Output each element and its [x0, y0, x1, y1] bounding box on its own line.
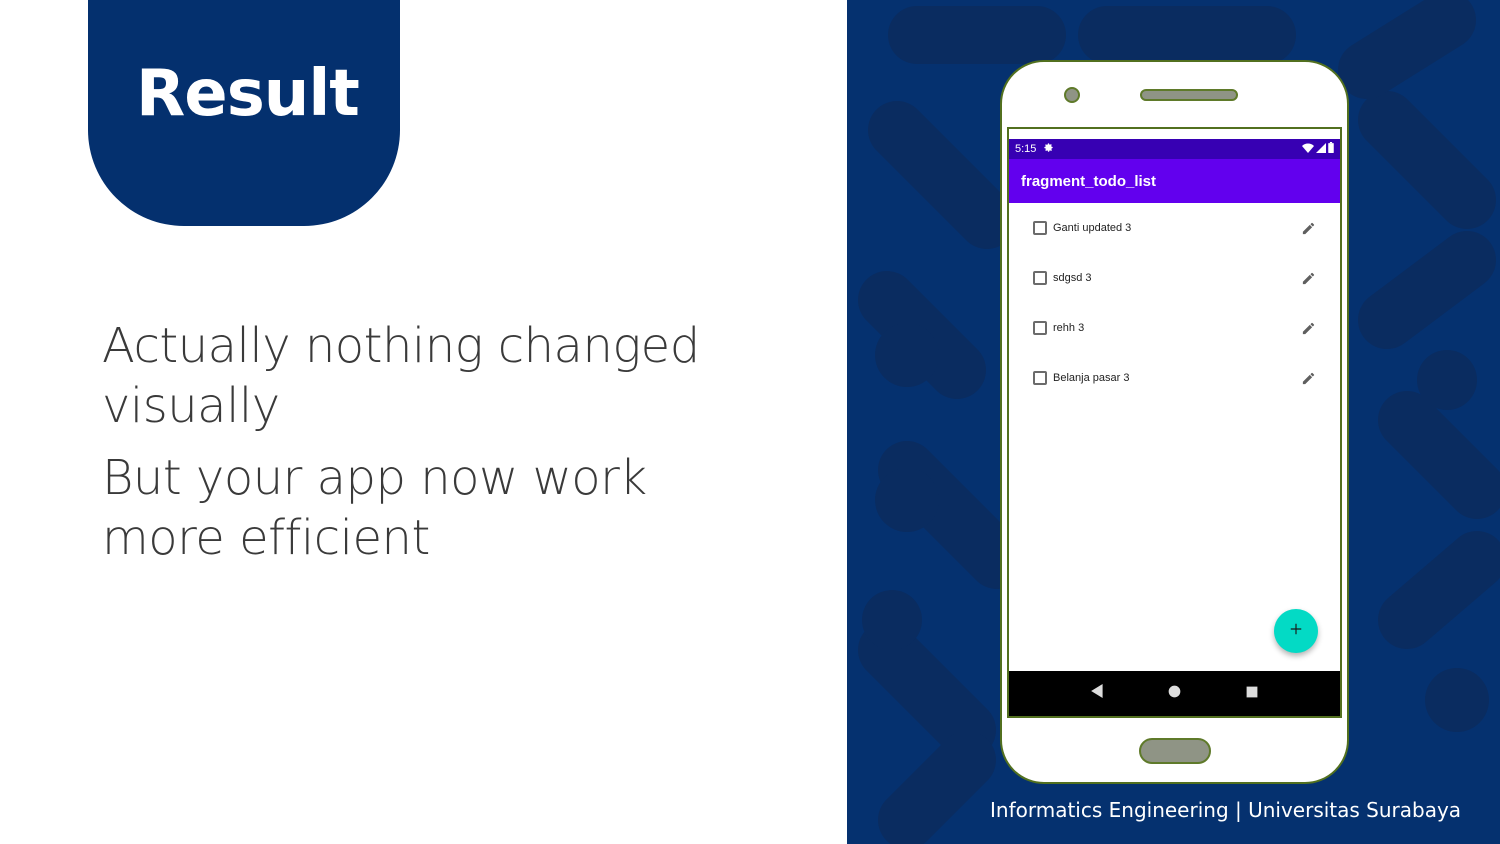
todo-text: sdgsd 3: [1053, 272, 1092, 284]
slide-body: Actually nothing changed visually But yo…: [102, 316, 722, 568]
slide-left-panel: Result Actually nothing changed visually…: [0, 0, 847, 844]
signal-icon: [1316, 142, 1326, 156]
back-icon[interactable]: [1091, 684, 1104, 703]
phone-screen: 5:15 fragment_todo_list Ganti updated 3 …: [1007, 127, 1342, 718]
edit-icon[interactable]: [1301, 371, 1316, 386]
battery-icon: [1328, 142, 1334, 156]
status-icons: [1302, 142, 1334, 156]
phone-home-button: [1139, 738, 1211, 764]
phone-mockup: 5:15 fragment_todo_list Ganti updated 3 …: [1000, 60, 1349, 784]
status-time: 5:15: [1015, 143, 1037, 155]
body-paragraph: Actually nothing changed visually: [102, 318, 700, 434]
list-item: sdgsd 3: [1009, 253, 1340, 303]
edit-icon[interactable]: [1301, 221, 1316, 236]
plus-icon: [1289, 622, 1303, 641]
status-bar: 5:15: [1009, 139, 1340, 159]
edit-icon[interactable]: [1301, 321, 1316, 336]
app-bar: fragment_todo_list: [1009, 159, 1340, 203]
todo-text: Ganti updated 3: [1053, 222, 1132, 234]
gear-icon: [1043, 142, 1054, 156]
recents-icon[interactable]: [1246, 685, 1258, 703]
todo-text: Belanja pasar 3: [1053, 372, 1130, 384]
slide-title: Result: [136, 57, 360, 131]
title-tab: Result: [88, 0, 400, 226]
navigation-bar: [1009, 671, 1340, 716]
list-item: Belanja pasar 3: [1009, 353, 1340, 403]
todo-checkbox[interactable]: [1033, 321, 1047, 335]
app-bar-title: fragment_todo_list: [1021, 172, 1157, 190]
list-item: rehh 3: [1009, 303, 1340, 353]
todo-checkbox[interactable]: [1033, 221, 1047, 235]
phone-camera: [1064, 87, 1080, 103]
todo-checkbox[interactable]: [1033, 271, 1047, 285]
wifi-icon: [1302, 143, 1314, 156]
todo-checkbox[interactable]: [1033, 371, 1047, 385]
edit-icon[interactable]: [1301, 271, 1316, 286]
body-paragraph: But your app now work more efficient: [102, 450, 647, 566]
add-todo-button[interactable]: [1274, 609, 1318, 653]
phone-speaker: [1140, 89, 1238, 101]
home-icon[interactable]: [1168, 685, 1181, 703]
slide-footer: Informatics Engineering | Universitas Su…: [990, 798, 1462, 822]
todo-text: rehh 3: [1053, 322, 1085, 334]
todo-list: Ganti updated 3 sdgsd 3 rehh 3 Belanja p…: [1009, 203, 1340, 403]
list-item: Ganti updated 3: [1009, 203, 1340, 253]
